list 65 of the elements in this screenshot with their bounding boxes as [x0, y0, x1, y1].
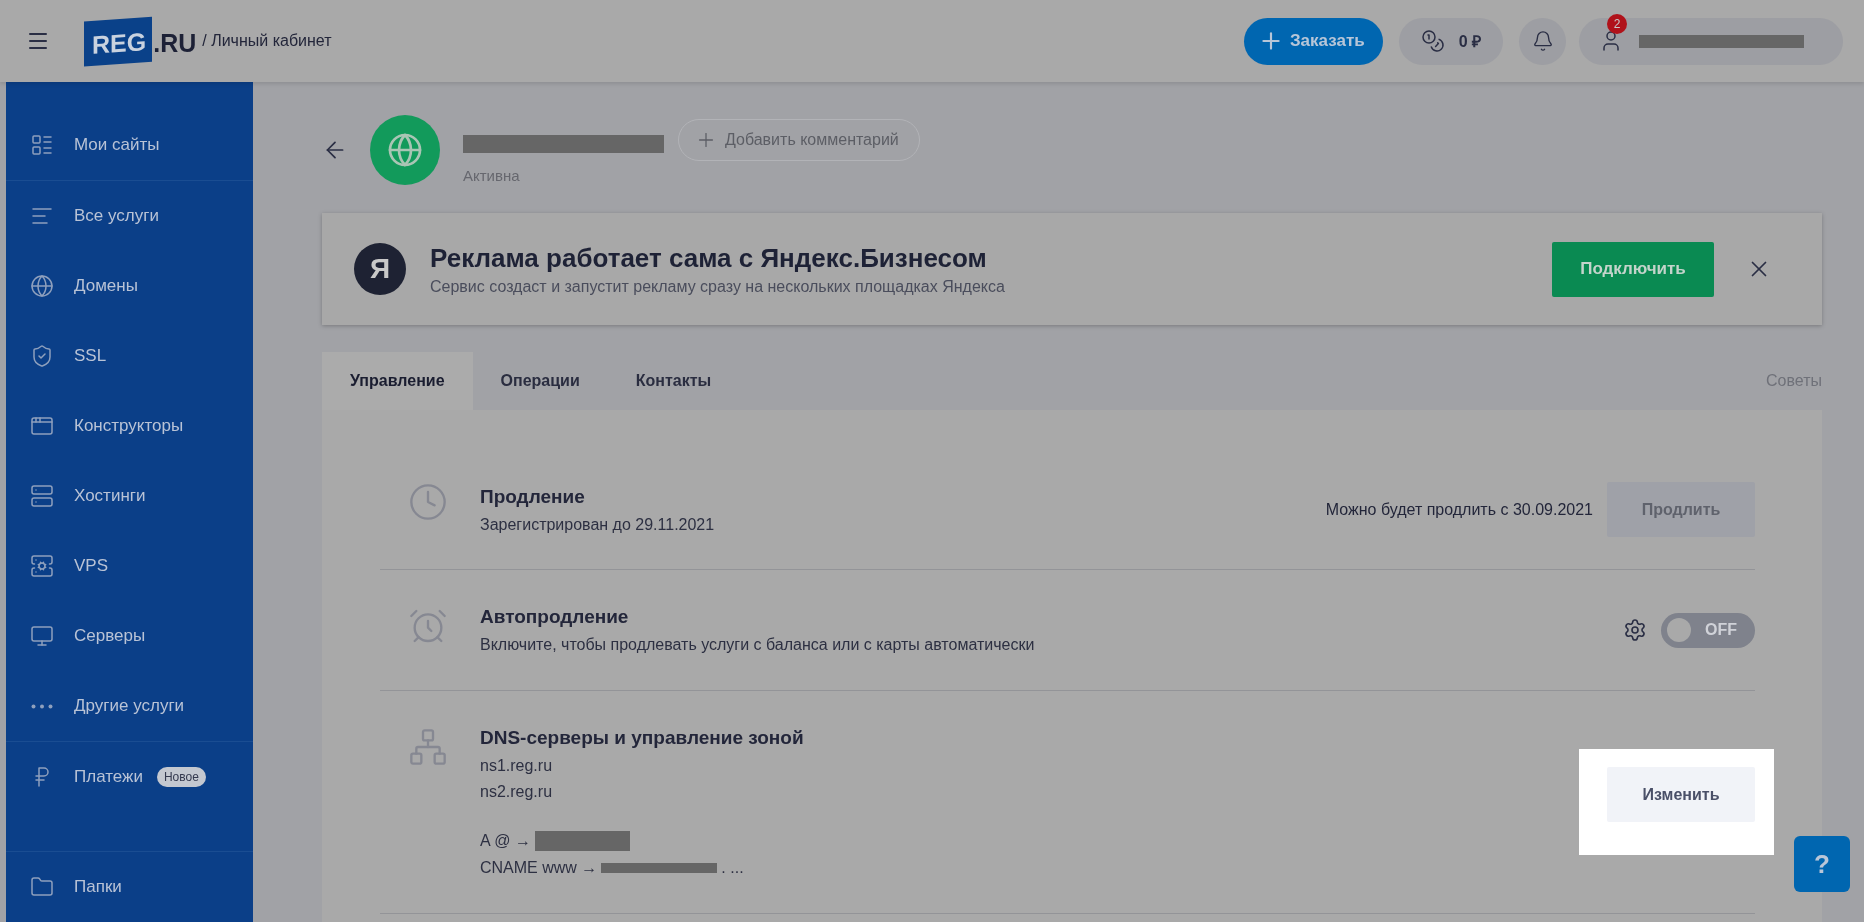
sidebar-item[interactable]: Конструкторы — [6, 391, 253, 461]
sidebar-label: Домены — [74, 276, 138, 296]
sidebar-label: Конструкторы — [74, 416, 184, 436]
section-title: Продление — [480, 485, 586, 508]
sidebar-item[interactable]: VPS — [6, 531, 253, 601]
coins-icon — [1420, 29, 1445, 53]
server-gear-icon — [30, 554, 54, 578]
dns-record: CNAME www → — [480, 859, 598, 877]
breadcrumb[interactable]: / Личный кабинет — [202, 32, 332, 50]
balance-pill[interactable]: 0 ₽ — [1398, 17, 1503, 65]
section-subtitle: Включите, чтобы продлевать услуги с баланса или с карты автоматически — [480, 636, 1036, 654]
globe-icon — [30, 274, 54, 298]
sidebar-label: SSL — [74, 346, 107, 366]
sidebar-label: Другие услуги — [74, 696, 185, 716]
sidebar-label: Все услуги — [74, 206, 159, 226]
sidebar-item[interactable]: Платежи Новое — [6, 742, 253, 812]
new-badge: Новое — [156, 767, 206, 787]
sidebar-item[interactable]: Хостинги — [6, 461, 253, 531]
dns-record-ellipsis: . ... — [721, 859, 744, 877]
name-server: ns1.reg.ru — [480, 757, 554, 775]
tab[interactable]: Управление — [322, 352, 473, 410]
settings-icon[interactable] — [1623, 618, 1647, 642]
section-title: Автопродление — [480, 606, 630, 628]
bell-icon — [1531, 30, 1554, 52]
banner-subtitle: Сервис создаст и запустит рекламу сразу на нескольких площадках Яндекса — [430, 277, 1006, 296]
clock-icon — [408, 482, 448, 522]
sidebar-item[interactable]: Мои сайты — [6, 110, 253, 181]
edit-button[interactable]: Изменить — [1607, 767, 1755, 822]
name-server: ns2.reg.ru — [480, 783, 554, 801]
banner-title: Реклама работает сама с Яндекс.Бизнесом — [430, 242, 988, 274]
balance-amount: 0 ₽ — [1458, 32, 1481, 52]
sidebar-label: Мои сайты — [74, 135, 160, 155]
sidebar-item[interactable]: Другие услуги — [6, 671, 253, 742]
service-status: Активна — [463, 166, 521, 184]
list-icon — [30, 133, 54, 157]
account-button[interactable]: 2 — [1579, 17, 1843, 65]
server-icon — [30, 484, 54, 508]
help-button[interactable]: ? — [1794, 836, 1850, 892]
order-button[interactable]: Заказать — [1243, 17, 1383, 65]
sidebar-item[interactable]: SSL — [6, 321, 253, 391]
sidebar-label: Папки — [74, 877, 122, 897]
sidebar-label: Серверы — [74, 626, 146, 646]
sidebar-label: VPS — [74, 556, 109, 576]
sidebar-label: Хостинги — [74, 486, 146, 506]
section-subtitle: Зарегистрирован до 29.11.2021 — [480, 515, 716, 534]
connect-button[interactable]: Подключить — [1552, 241, 1714, 297]
sidebar-item[interactable]: Все услуги — [6, 181, 253, 251]
tab[interactable]: Контакты — [607, 352, 740, 410]
monitor-icon — [30, 624, 54, 648]
network-icon — [408, 727, 448, 767]
renewal-note: Можно будет продлить с 30.09.2021 — [1325, 500, 1593, 519]
notifications-button[interactable] — [1519, 17, 1566, 65]
tab[interactable]: Операции — [472, 352, 608, 410]
sidebar-item[interactable]: Серверы — [6, 601, 253, 671]
sidebar-item[interactable]: Домены — [6, 251, 253, 321]
shield-icon — [30, 344, 54, 368]
window-icon — [30, 414, 54, 438]
sidebar-item[interactable]: Папки — [6, 852, 253, 922]
dns-record: A @ → — [480, 832, 531, 850]
folder-icon — [30, 875, 54, 899]
dots-icon — [31, 703, 53, 709]
sidebar-label: Платежи — [74, 767, 143, 787]
notification-count: 2 — [1607, 13, 1627, 34]
yandex-logo: Я — [354, 243, 406, 295]
section-title: DNS-серверы и управление зоной — [480, 727, 805, 749]
